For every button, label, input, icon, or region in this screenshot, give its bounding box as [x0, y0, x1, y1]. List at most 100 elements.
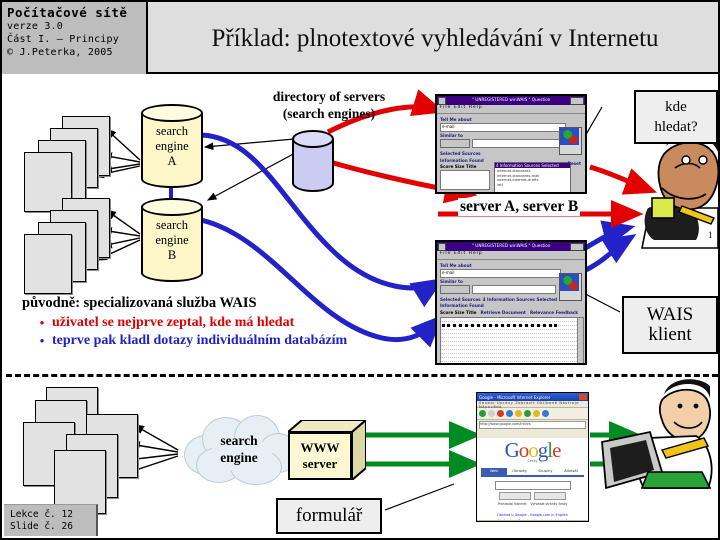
tab-images[interactable]: Obrázky	[507, 468, 533, 475]
tab-groups[interactable]: Skupiny	[533, 468, 559, 475]
radio-czech[interactable]: Vyhledat stránky česky	[530, 502, 567, 506]
bullet-text: uživatel se nejprve zeptal, kde má hleda…	[52, 315, 295, 330]
directory-caption-line1: directory of servers	[272, 89, 386, 104]
sources-list[interactable]: internet-standards internet-standards-ma…	[495, 168, 570, 192]
section-divider-dashed	[6, 374, 718, 377]
browser-titlebar[interactable]: Google - Microsoft Internet Explorer	[477, 393, 588, 401]
results-list[interactable]	[440, 170, 490, 190]
kde-hledat-label-box: kde hledat?	[634, 90, 718, 144]
reset-button[interactable]: Reset	[568, 161, 581, 166]
relevance-feedback-group[interactable]: Relevance Feedback	[530, 310, 578, 315]
source-item[interactable]: ietf	[497, 183, 568, 188]
directory-of-servers-caption: directory of servers (search engines)	[234, 88, 424, 122]
cloud-label: search engine	[180, 413, 298, 485]
favorites-icon[interactable]	[533, 410, 540, 417]
tab-web[interactable]: Web	[481, 468, 507, 475]
google-lucky-button[interactable]	[534, 492, 566, 500]
engine-a-line2: engine	[155, 138, 189, 153]
google-browser-window[interactable]: Google - Microsoft Internet Explorer Sou…	[476, 392, 589, 522]
window-body: Tell Me about e-mail Similar to Selected…	[437, 114, 585, 192]
browser-page: Google Česky Web Obrázky Skupiny Adresář…	[477, 438, 588, 521]
globe-icon	[559, 127, 582, 155]
footer-slide-info: Lekce č. 12 Slide č. 26	[4, 504, 98, 536]
sources-selected-value[interactable]: 4 Information Sources Selected	[483, 297, 557, 302]
window-menubar[interactable]: File Edit Help	[437, 105, 585, 114]
wais-question-window-2[interactable]: " UNREGISTERED winWAIS " Question File E…	[435, 240, 587, 365]
www-server-line2: server	[302, 456, 338, 471]
bullet-marker: •	[39, 333, 45, 348]
engine-b-line1: search	[156, 217, 188, 232]
back-icon[interactable]	[479, 410, 486, 417]
refresh-icon[interactable]	[506, 410, 513, 417]
window-title: " UNREGISTERED winWAIS " Question	[471, 244, 551, 249]
browser-toolbar[interactable]	[477, 408, 588, 420]
similar-to-input[interactable]	[472, 285, 556, 294]
similar-docs-button[interactable]	[440, 285, 470, 294]
browser-menubar[interactable]: Soubor Úpravy Zobrazit Oblíbené Nástroje…	[477, 401, 588, 409]
results-scrollbar[interactable]	[577, 318, 583, 363]
browser-statusbar: Internet	[477, 520, 588, 521]
bullet-marker: •	[39, 315, 45, 330]
directory-of-servers-cylinder	[292, 130, 334, 192]
kde-hledat-line1: kde	[665, 99, 687, 115]
search-engine-cloud: search engine	[180, 413, 298, 485]
tell-me-about-input[interactable]: e-mail	[440, 269, 561, 278]
course-title: Počítačové sítě	[7, 5, 128, 20]
sources-dropdown[interactable]: 4 Information Sources Selected internet-…	[494, 162, 571, 192]
course-author: © J.Peterka, 2005	[7, 47, 113, 58]
window-menu-icon[interactable]	[438, 243, 446, 251]
page-title: Příklad: plnotextové vyhledávání v Inter…	[211, 24, 659, 52]
window-menu-icon[interactable]	[438, 97, 446, 105]
window-titlebar[interactable]: " UNREGISTERED winWAIS " Question	[437, 242, 585, 251]
www-server-box: WWW server	[288, 420, 366, 480]
wais-klient-line2: klient	[648, 324, 692, 345]
window-split-dotted-line	[442, 324, 557, 327]
window-menubar[interactable]: File Edit Help	[437, 251, 585, 260]
browser-close-button[interactable]	[579, 394, 587, 400]
media-icon[interactable]	[542, 410, 549, 417]
header-course-block: Počítačové sítě verze 3.0 Část I. – Prin…	[2, 2, 148, 74]
radio-web[interactable]: Prohledat Internet	[498, 502, 527, 506]
similar-to-input[interactable]	[472, 139, 560, 148]
formular-label-box: formulář	[276, 498, 382, 534]
wais-question-window-1[interactable]: " UNREGISTERED winWAIS " Question File E…	[435, 94, 587, 194]
google-search-button[interactable]	[499, 492, 531, 500]
wais-klient-label-box: WAIS klient	[622, 296, 718, 354]
google-search-input[interactable]	[494, 481, 571, 490]
window-minmax-buttons[interactable]	[570, 97, 584, 105]
search-engine-a-label: search engine A	[141, 104, 203, 188]
tell-me-about-input[interactable]: e-mail	[440, 123, 566, 132]
person-cartoon-icon-bottom	[601, 379, 713, 490]
home-icon[interactable]	[515, 410, 522, 417]
bullet-text: teprve pak kladl dotazy individuálním da…	[52, 333, 348, 348]
formular-label: formulář	[295, 505, 363, 526]
search-engine-a-cylinder: search engine A	[141, 104, 203, 188]
selected-sources-label: Selected Sources	[440, 151, 481, 156]
window-minmax-buttons[interactable]	[570, 243, 584, 251]
stop-icon[interactable]	[497, 410, 504, 417]
google-scope-radios[interactable]: Prohledat Internet Vyhledat stránky česk…	[477, 502, 588, 506]
browser-title: Google - Microsoft Internet Explorer	[479, 394, 551, 400]
similar-docs-button[interactable]	[440, 139, 470, 148]
window-titlebar[interactable]: " UNREGISTERED winWAIS " Question	[437, 96, 585, 105]
engine-a-line1: search	[156, 123, 188, 138]
google-locale-label: Česky	[527, 459, 538, 463]
lecture-number: Lekce č. 12	[10, 509, 73, 520]
google-buttons-row[interactable]	[477, 492, 588, 500]
forward-icon[interactable]	[488, 410, 495, 417]
slide-canvas: Počítačové sítě verze 3.0 Část I. – Prin…	[0, 0, 720, 540]
result-row[interactable]	[441, 358, 583, 362]
result-columns-header: Score Size Title	[440, 310, 477, 315]
course-version: verze 3.0	[7, 21, 63, 32]
slide-number: Slide č. 26	[10, 521, 73, 532]
search-icon[interactable]	[524, 410, 531, 417]
tab-directory[interactable]: Adresář	[558, 468, 584, 475]
address-bar[interactable]: http://www.google.com/intl/cs	[479, 421, 586, 429]
directory-caption-line2: (search engines)	[282, 106, 376, 121]
engine-b-line2: engine	[155, 232, 189, 247]
selected-sources-label: Selected Sources	[440, 297, 481, 302]
retrieve-document-group[interactable]: Retrieve Document	[481, 310, 526, 315]
google-tabs[interactable]: Web Obrázky Skupiny Adresář	[481, 468, 584, 477]
globe-icon	[559, 273, 582, 301]
sources-selected-value: 4 Information Sources Selected	[495, 163, 570, 168]
